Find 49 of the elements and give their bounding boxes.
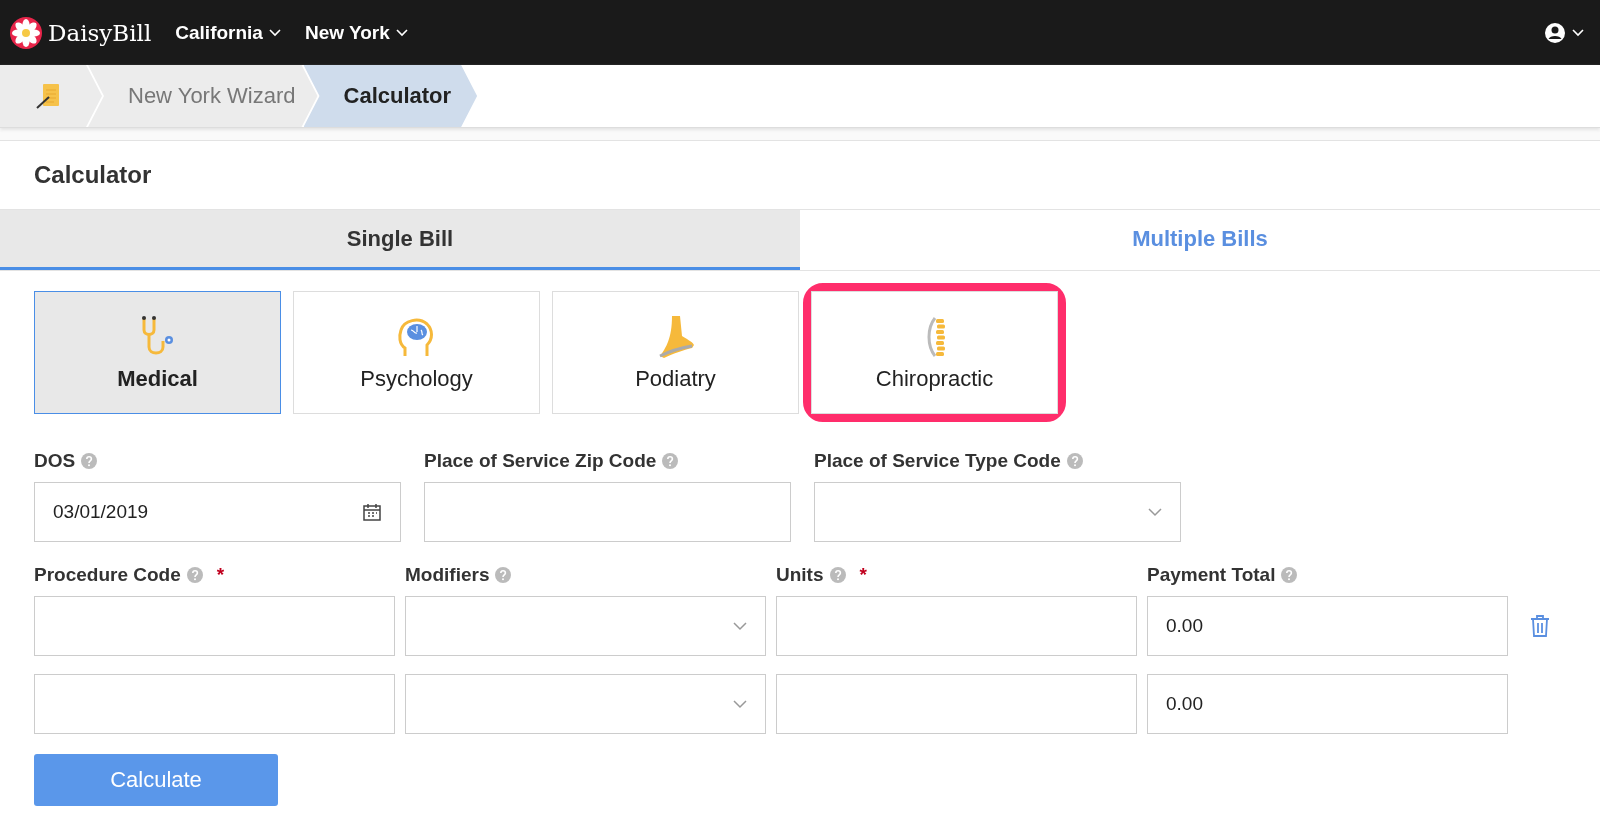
help-icon[interactable]: [186, 567, 203, 583]
select-field[interactable]: [814, 482, 1181, 542]
chevron-icon: [733, 621, 747, 631]
user-icon: [1544, 21, 1566, 44]
user-menu[interactable]: [1544, 21, 1584, 44]
tab[interactable]: Single Bill: [0, 210, 800, 270]
field-label: Place of Service Zip Code: [424, 450, 657, 472]
payment-total-field[interactable]: 0.00: [1147, 596, 1508, 656]
chevron-icon: [733, 699, 747, 709]
chevron-icon: [1148, 507, 1162, 517]
select-field[interactable]: [405, 674, 766, 734]
chevron-icon: [1572, 28, 1584, 37]
field-label: Payment Total: [1147, 564, 1276, 586]
wizard-home-crumb[interactable]: [0, 65, 102, 127]
specialty-card[interactable]: Podiatry: [552, 291, 799, 414]
daisy-logo-icon: [10, 16, 42, 49]
help-icon[interactable]: [81, 453, 98, 469]
input-field[interactable]: [34, 596, 395, 656]
input-field[interactable]: [34, 674, 395, 734]
breadcrumb-item[interactable]: Calculator: [303, 65, 478, 127]
input-field[interactable]: [776, 674, 1137, 734]
state-menu[interactable]: New York: [304, 21, 408, 44]
brand-name[interactable]: DaisyBill: [48, 19, 152, 46]
required-mark: *: [216, 564, 225, 586]
help-icon[interactable]: [1066, 453, 1083, 469]
payment-total-field[interactable]: 0.00: [1147, 674, 1508, 734]
trash-icon[interactable]: [1530, 614, 1550, 638]
date-field[interactable]: 03/01/2019: [34, 482, 401, 542]
help-icon[interactable]: [1281, 567, 1298, 583]
calendar-icon: [362, 502, 382, 522]
help-icon[interactable]: [495, 567, 512, 583]
input-field[interactable]: [776, 596, 1137, 656]
specialty-card[interactable]: Chiropractic: [811, 291, 1058, 414]
specialty-card[interactable]: Psychology: [293, 291, 540, 414]
help-icon[interactable]: [662, 453, 679, 469]
field-label: Procedure Code: [34, 564, 181, 586]
field-label: Place of Service Type Code: [814, 450, 1061, 472]
field-label: Units: [776, 564, 824, 586]
input-field[interactable]: [424, 482, 791, 542]
specialty-card[interactable]: Medical: [34, 291, 281, 414]
field-label: DOS: [34, 450, 76, 472]
chevron-icon: [395, 28, 408, 37]
required-mark: *: [859, 564, 867, 586]
chevron-icon: [268, 28, 281, 37]
field-label: Modifiers: [405, 564, 490, 586]
select-field[interactable]: [405, 596, 766, 656]
help-icon[interactable]: [829, 567, 846, 583]
breadcrumb-item[interactable]: New York Wizard: [88, 65, 318, 127]
state-menu[interactable]: California: [175, 21, 281, 44]
